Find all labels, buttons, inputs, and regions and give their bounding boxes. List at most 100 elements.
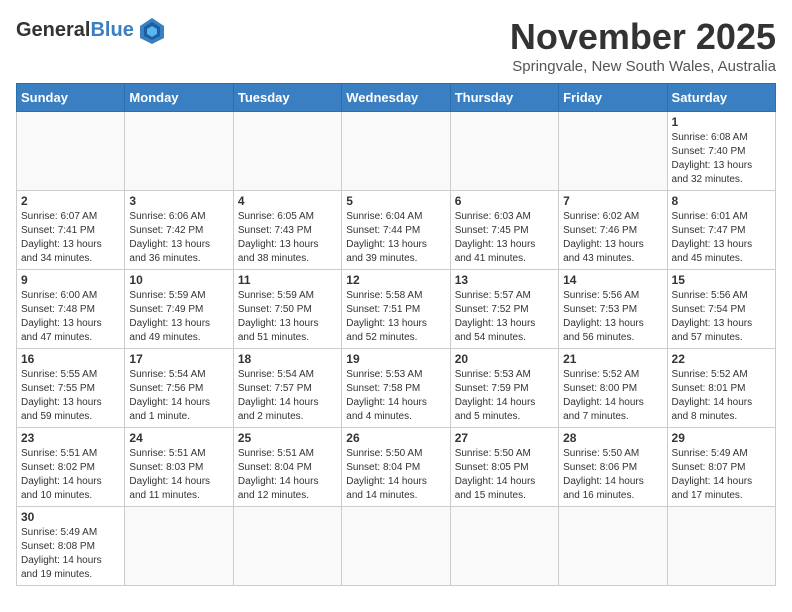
weekday-header-tuesday: Tuesday (233, 84, 341, 112)
calendar-cell: 14 Sunrise: 5:56 AM Sunset: 7:53 PM Dayli… (559, 270, 667, 349)
day-info: Sunrise: 5:51 AM Sunset: 8:02 PM Dayligh… (21, 447, 120, 503)
calendar-cell (342, 507, 450, 586)
title-area: November 2025 Springvale, New South Wale… (510, 16, 776, 75)
calendar-cell: 28Sunrise: 5:50 AM Sunset: 8:06 PM Dayli… (559, 428, 667, 507)
day-info: Sunrise: 6:05 AM Sunset: 7:43 PM Dayligh… (238, 210, 337, 266)
day-number: 16 (21, 352, 120, 366)
calendar-cell (559, 112, 667, 191)
calendar-cell: 5Sunrise: 6:04 AM Sunset: 7:44 PM Daylig… (342, 191, 450, 270)
weekday-header-sunday: Sunday (17, 84, 125, 112)
weekday-header-monday: Monday (125, 84, 233, 112)
day-number: 14 (563, 273, 662, 287)
calendar-cell (233, 112, 341, 191)
calendar-cell: 2Sunrise: 6:07 AM Sunset: 7:41 PM Daylig… (17, 191, 125, 270)
day-info: Sunrise: 6:00 AM Sunset: 7:48 PM Dayligh… (21, 289, 120, 345)
day-number: 18 (238, 352, 337, 366)
day-info: Sunrise: 5:56 AM Sunset: 7:53 PM Dayligh… (563, 289, 662, 345)
day-info: Sunrise: 5:57 AM Sunset: 7:52 PM Dayligh… (455, 289, 554, 345)
calendar-cell (450, 507, 558, 586)
calendar-cell (342, 112, 450, 191)
day-number: 26 (346, 431, 445, 445)
day-info: Sunrise: 5:51 AM Sunset: 8:03 PM Dayligh… (129, 447, 228, 503)
day-number: 22 (672, 352, 771, 366)
week-row-1: 1 Sunrise: 6:08 AM Sunset: 7:40 PM Daylig… (17, 112, 776, 191)
day-number: 19 (346, 352, 445, 366)
calendar-cell (450, 112, 558, 191)
day-info: Sunrise: 5:52 AM Sunset: 8:01 PM Dayligh… (672, 368, 771, 424)
day-number: 5 (346, 194, 445, 208)
day-number: 7 (563, 194, 662, 208)
day-number: 27 (455, 431, 554, 445)
calendar-cell: 18Sunrise: 5:54 AM Sunset: 7:57 PM Dayli… (233, 349, 341, 428)
day-info: Sunrise: 5:59 AM Sunset: 7:49 PM Dayligh… (129, 289, 228, 345)
month-title: November 2025 (510, 16, 776, 58)
calendar-cell (125, 507, 233, 586)
calendar-cell: 21 Sunrise: 5:52 AM Sunset: 8:00 PM Dayli… (559, 349, 667, 428)
day-number: 8 (672, 194, 771, 208)
day-number: 20 (455, 352, 554, 366)
day-number: 10 (129, 273, 228, 287)
day-info: Sunrise: 5:55 AM Sunset: 7:55 PM Dayligh… (21, 368, 120, 424)
day-info: Sunrise: 5:50 AM Sunset: 8:06 PM Dayligh… (563, 447, 662, 503)
logo: GeneralBlue (16, 16, 166, 44)
calendar-cell: 20 Sunrise: 5:53 AM Sunset: 7:59 PM Dayli… (450, 349, 558, 428)
calendar-cell (233, 507, 341, 586)
day-number: 9 (21, 273, 120, 287)
day-info: Sunrise: 5:56 AM Sunset: 7:54 PM Dayligh… (672, 289, 771, 345)
calendar-cell (667, 507, 775, 586)
day-info: Sunrise: 5:50 AM Sunset: 8:05 PM Dayligh… (455, 447, 554, 503)
calendar-cell: 30 Sunrise: 5:49 AM Sunset: 8:08 PM Dayli… (17, 507, 125, 586)
calendar-cell: 29Sunrise: 5:49 AM Sunset: 8:07 PM Dayli… (667, 428, 775, 507)
day-number: 21 (563, 352, 662, 366)
day-number: 24 (129, 431, 228, 445)
day-number: 23 (21, 431, 120, 445)
calendar: SundayMondayTuesdayWednesdayThursdayFrid… (16, 83, 776, 586)
calendar-cell: 23 Sunrise: 5:51 AM Sunset: 8:02 PM Dayli… (17, 428, 125, 507)
calendar-cell (125, 112, 233, 191)
week-row-5: 23 Sunrise: 5:51 AM Sunset: 8:02 PM Dayli… (17, 428, 776, 507)
day-info: Sunrise: 5:53 AM Sunset: 7:59 PM Dayligh… (455, 368, 554, 424)
calendar-cell: 15Sunrise: 5:56 AM Sunset: 7:54 PM Dayli… (667, 270, 775, 349)
day-info: Sunrise: 5:49 AM Sunset: 8:08 PM Dayligh… (21, 526, 120, 582)
logo-text: GeneralBlue (16, 19, 134, 42)
calendar-cell: 24 Sunrise: 5:51 AM Sunset: 8:03 PM Dayli… (125, 428, 233, 507)
week-row-2: 2Sunrise: 6:07 AM Sunset: 7:41 PM Daylig… (17, 191, 776, 270)
day-number: 6 (455, 194, 554, 208)
calendar-cell: 27 Sunrise: 5:50 AM Sunset: 8:05 PM Dayli… (450, 428, 558, 507)
calendar-cell: 4 Sunrise: 6:05 AM Sunset: 7:43 PM Daylig… (233, 191, 341, 270)
day-number: 2 (21, 194, 120, 208)
day-info: Sunrise: 6:08 AM Sunset: 7:40 PM Dayligh… (672, 131, 771, 187)
day-info: Sunrise: 5:58 AM Sunset: 7:51 PM Dayligh… (346, 289, 445, 345)
day-number: 13 (455, 273, 554, 287)
week-row-4: 16 Sunrise: 5:55 AM Sunset: 7:55 PM Dayli… (17, 349, 776, 428)
calendar-cell: 25 Sunrise: 5:51 AM Sunset: 8:04 PM Dayli… (233, 428, 341, 507)
day-info: Sunrise: 5:59 AM Sunset: 7:50 PM Dayligh… (238, 289, 337, 345)
weekday-header-saturday: Saturday (667, 84, 775, 112)
day-info: Sunrise: 5:50 AM Sunset: 8:04 PM Dayligh… (346, 447, 445, 503)
week-row-3: 9 Sunrise: 6:00 AM Sunset: 7:48 PM Daylig… (17, 270, 776, 349)
calendar-cell: 13 Sunrise: 5:57 AM Sunset: 7:52 PM Dayli… (450, 270, 558, 349)
day-info: Sunrise: 6:06 AM Sunset: 7:42 PM Dayligh… (129, 210, 228, 266)
calendar-cell: 17Sunrise: 5:54 AM Sunset: 7:56 PM Dayli… (125, 349, 233, 428)
day-info: Sunrise: 5:49 AM Sunset: 8:07 PM Dayligh… (672, 447, 771, 503)
day-number: 17 (129, 352, 228, 366)
calendar-cell: 8Sunrise: 6:01 AM Sunset: 7:47 PM Daylig… (667, 191, 775, 270)
day-info: Sunrise: 6:03 AM Sunset: 7:45 PM Dayligh… (455, 210, 554, 266)
day-number: 30 (21, 510, 120, 524)
day-number: 4 (238, 194, 337, 208)
calendar-cell: 10 Sunrise: 5:59 AM Sunset: 7:49 PM Dayli… (125, 270, 233, 349)
subtitle: Springvale, New South Wales, Australia (510, 58, 776, 75)
calendar-cell: 11Sunrise: 5:59 AM Sunset: 7:50 PM Dayli… (233, 270, 341, 349)
day-number: 12 (346, 273, 445, 287)
day-number: 1 (672, 115, 771, 129)
day-info: Sunrise: 5:52 AM Sunset: 8:00 PM Dayligh… (563, 368, 662, 424)
weekday-header-row: SundayMondayTuesdayWednesdayThursdayFrid… (17, 84, 776, 112)
day-number: 3 (129, 194, 228, 208)
day-number: 25 (238, 431, 337, 445)
calendar-cell (559, 507, 667, 586)
day-info: Sunrise: 5:51 AM Sunset: 8:04 PM Dayligh… (238, 447, 337, 503)
calendar-cell: 7Sunrise: 6:02 AM Sunset: 7:46 PM Daylig… (559, 191, 667, 270)
calendar-cell: 26 Sunrise: 5:50 AM Sunset: 8:04 PM Dayli… (342, 428, 450, 507)
weekday-header-friday: Friday (559, 84, 667, 112)
calendar-cell: 9 Sunrise: 6:00 AM Sunset: 7:48 PM Daylig… (17, 270, 125, 349)
